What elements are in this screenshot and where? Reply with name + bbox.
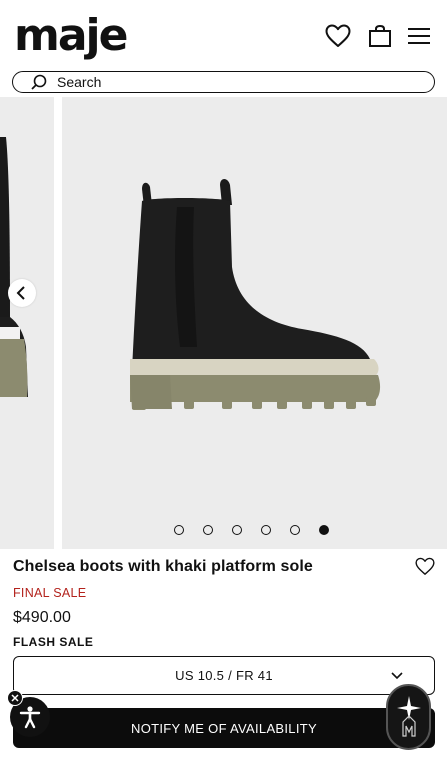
close-icon — [11, 694, 19, 702]
carousel-dot[interactable] — [232, 525, 242, 535]
sparkle-logo-icon — [396, 696, 421, 737]
product-image-carousel[interactable] — [0, 97, 447, 549]
carousel-pagination — [174, 525, 329, 535]
wishlist-heart-icon[interactable] — [324, 22, 352, 50]
product-price: $490.00 — [13, 609, 71, 626]
main-product-image — [62, 97, 447, 549]
notify-button-label: NOTIFY ME OF AVAILABILITY — [131, 720, 317, 736]
carousel-dot[interactable] — [203, 525, 213, 535]
size-selected-value: US 10.5 / FR 41 — [175, 668, 273, 683]
carousel-dot[interactable] — [261, 525, 271, 535]
search-icon — [31, 74, 47, 90]
accessibility-close-button[interactable] — [7, 690, 23, 706]
size-select[interactable]: US 10.5 / FR 41 — [13, 656, 435, 695]
carousel-dot[interactable] — [290, 525, 300, 535]
product-title: Chelsea boots with khaki platform sole — [13, 558, 313, 575]
final-sale-label: FINAL SALE — [13, 586, 87, 600]
chevron-down-icon — [391, 672, 403, 680]
carousel-prev-button[interactable] — [8, 279, 36, 307]
carousel-dot[interactable] — [174, 525, 184, 535]
chevron-left-icon — [16, 286, 25, 300]
shopping-bag-icon[interactable] — [366, 22, 394, 50]
search-input[interactable]: Search — [12, 71, 435, 93]
accessibility-person-icon — [19, 706, 41, 729]
add-to-wishlist-heart-icon[interactable] — [415, 557, 437, 579]
maje-logo[interactable]: maje — [14, 8, 128, 64]
flash-sale-label: FLASH SALE — [13, 635, 94, 649]
notify-availability-button[interactable]: NOTIFY ME OF AVAILABILITY — [13, 708, 435, 748]
search-placeholder: Search — [57, 74, 102, 90]
hamburger-menu-icon[interactable] — [405, 22, 433, 50]
chat-assistant-button[interactable] — [386, 684, 431, 750]
carousel-dot-active[interactable] — [319, 525, 329, 535]
site-header: maje — [0, 0, 447, 70]
previous-product-image — [0, 97, 54, 549]
